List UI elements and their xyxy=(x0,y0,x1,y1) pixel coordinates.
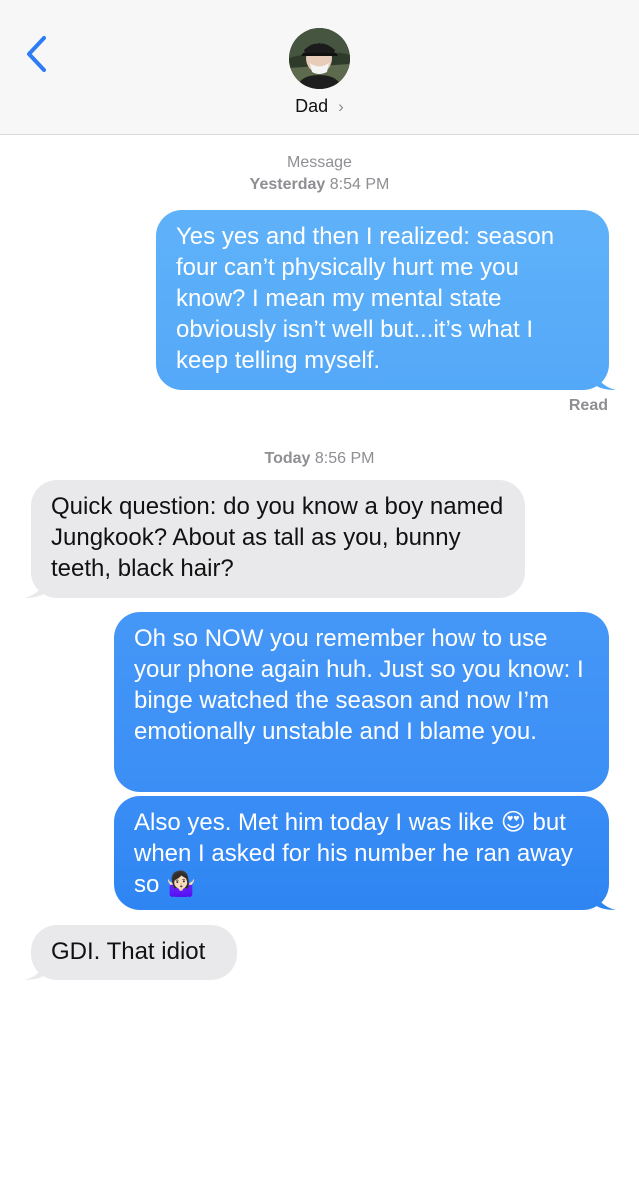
bubble-tail-icon xyxy=(594,888,616,910)
timestamp-label: Message xyxy=(0,152,639,174)
service-label: Message xyxy=(287,154,352,171)
incoming-message-bubble[interactable]: GDI. That idiot xyxy=(24,925,237,980)
outgoing-message-bubble[interactable]: Yes yes and then I realized: season four… xyxy=(156,210,616,390)
message-text: GDI. That idiot xyxy=(51,938,206,965)
timestamp-today: Today 8:56 PM xyxy=(0,448,639,470)
incoming-message-bubble[interactable]: Quick question: do you know a boy named … xyxy=(24,480,525,598)
contact-name: Dad xyxy=(295,96,329,116)
chevron-right-icon: › xyxy=(338,97,344,116)
contact-avatar[interactable] xyxy=(289,28,350,89)
bubble-tail-icon xyxy=(24,576,46,598)
timestamp-yesterday: Yesterday 8:54 PM xyxy=(0,174,639,196)
message-text: Yes yes and then I realized: season four… xyxy=(176,223,555,374)
back-chevron-icon[interactable] xyxy=(22,34,52,74)
conversation-header: Dad › xyxy=(0,0,639,135)
message-text: Also yes. Met him today I was like xyxy=(134,809,501,836)
outgoing-message-bubble[interactable]: Oh so NOW you remember how to use your p… xyxy=(114,612,609,792)
shrug-emoji-icon: 🤷🏻‍♀️ xyxy=(166,871,196,898)
bubble-tail-icon xyxy=(594,368,616,390)
message-text: Oh so NOW you remember how to use your p… xyxy=(134,625,584,745)
outgoing-message-bubble[interactable]: Also yes. Met him today I was like 😍 but… xyxy=(114,796,616,910)
read-receipt: Read xyxy=(568,397,608,414)
timestamp-time: 8:54 PM xyxy=(329,176,390,193)
timestamp-time: 8:56 PM xyxy=(314,450,375,467)
contact-name-button[interactable]: Dad › xyxy=(0,96,639,117)
bubble-tail-icon xyxy=(24,958,46,980)
timestamp-day: Yesterday xyxy=(249,176,326,193)
message-text: Quick question: do you know a boy named … xyxy=(51,493,504,582)
timestamp-day: Today xyxy=(264,450,311,467)
heart-eyes-emoji-icon: 😍 xyxy=(500,809,526,836)
